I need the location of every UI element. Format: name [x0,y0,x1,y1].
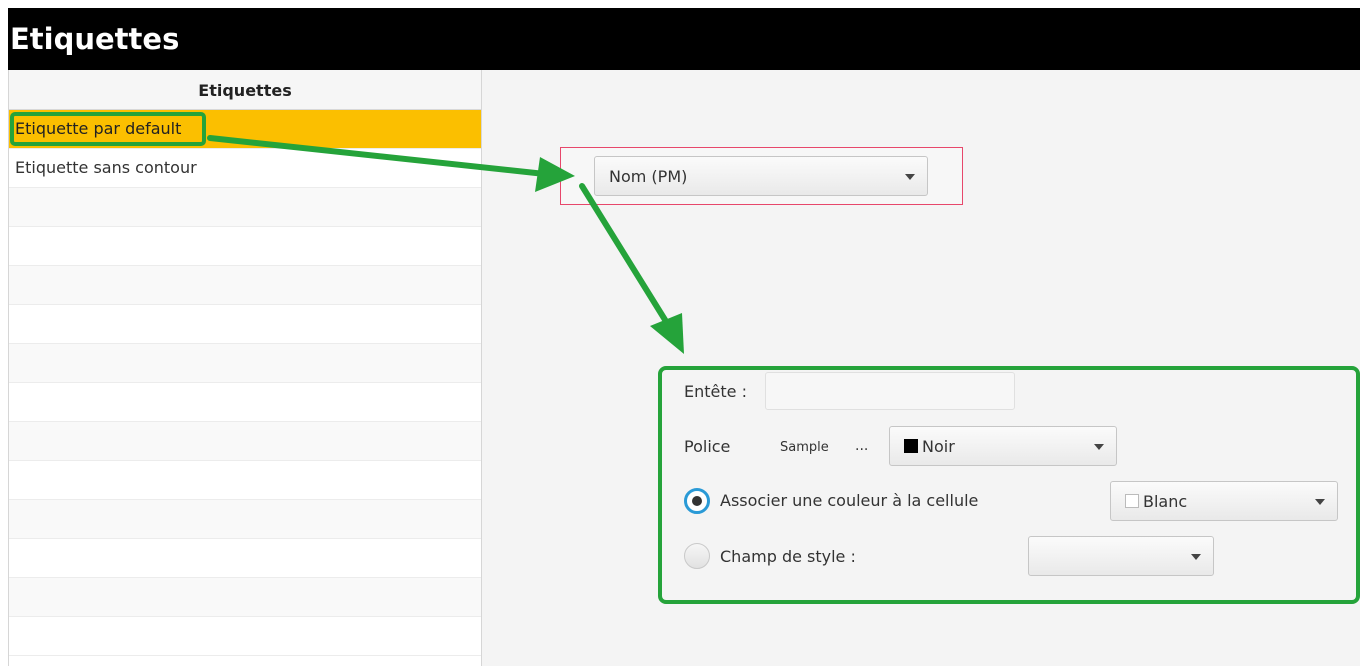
annotation-arrow-line [207,135,548,177]
annotation-arrows [207,135,684,354]
annotation-arrow-line [579,183,670,326]
annotation-arrowhead [535,157,575,192]
annotation-arrowhead [650,313,684,354]
